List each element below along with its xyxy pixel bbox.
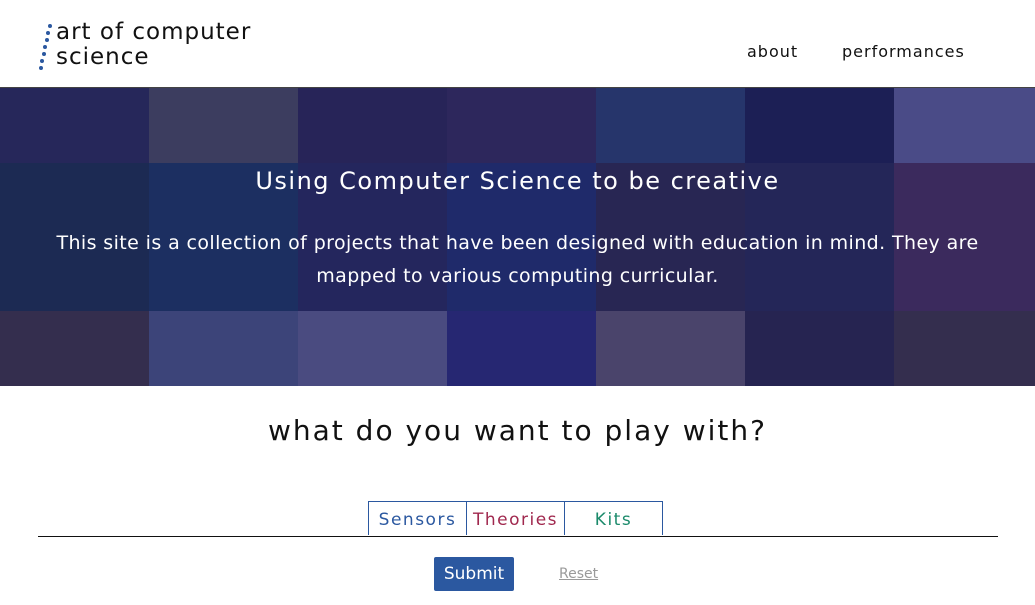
site-header: art of computer science about performanc…: [0, 0, 1035, 88]
logo-text: art of computer science: [56, 20, 251, 70]
nav-performances-link[interactable]: performances: [842, 42, 965, 61]
tab-sensors[interactable]: Sensors: [368, 501, 467, 535]
nav-about-link[interactable]: about: [747, 42, 798, 61]
tab-theories[interactable]: Theories: [466, 501, 565, 535]
section-question: what do you want to play with?: [268, 414, 767, 447]
logo-line-1: art of computer: [56, 19, 252, 45]
category-tabs: Sensors Theories Kits: [368, 501, 663, 536]
logo-line-2: science: [56, 44, 150, 70]
tab-kits[interactable]: Kits: [564, 501, 663, 535]
submit-button[interactable]: Submit: [434, 557, 514, 591]
reset-link[interactable]: Reset: [559, 566, 598, 582]
tabs-divider: [38, 536, 998, 537]
logo-dots-icon: [38, 22, 52, 70]
hero-description: This site is a collection of projects th…: [56, 232, 979, 287]
hero-banner: Using Computer Science to be creative Th…: [0, 88, 1035, 386]
site-logo[interactable]: art of computer science: [38, 20, 288, 70]
hero-title: Using Computer Science to be creative: [255, 167, 780, 195]
